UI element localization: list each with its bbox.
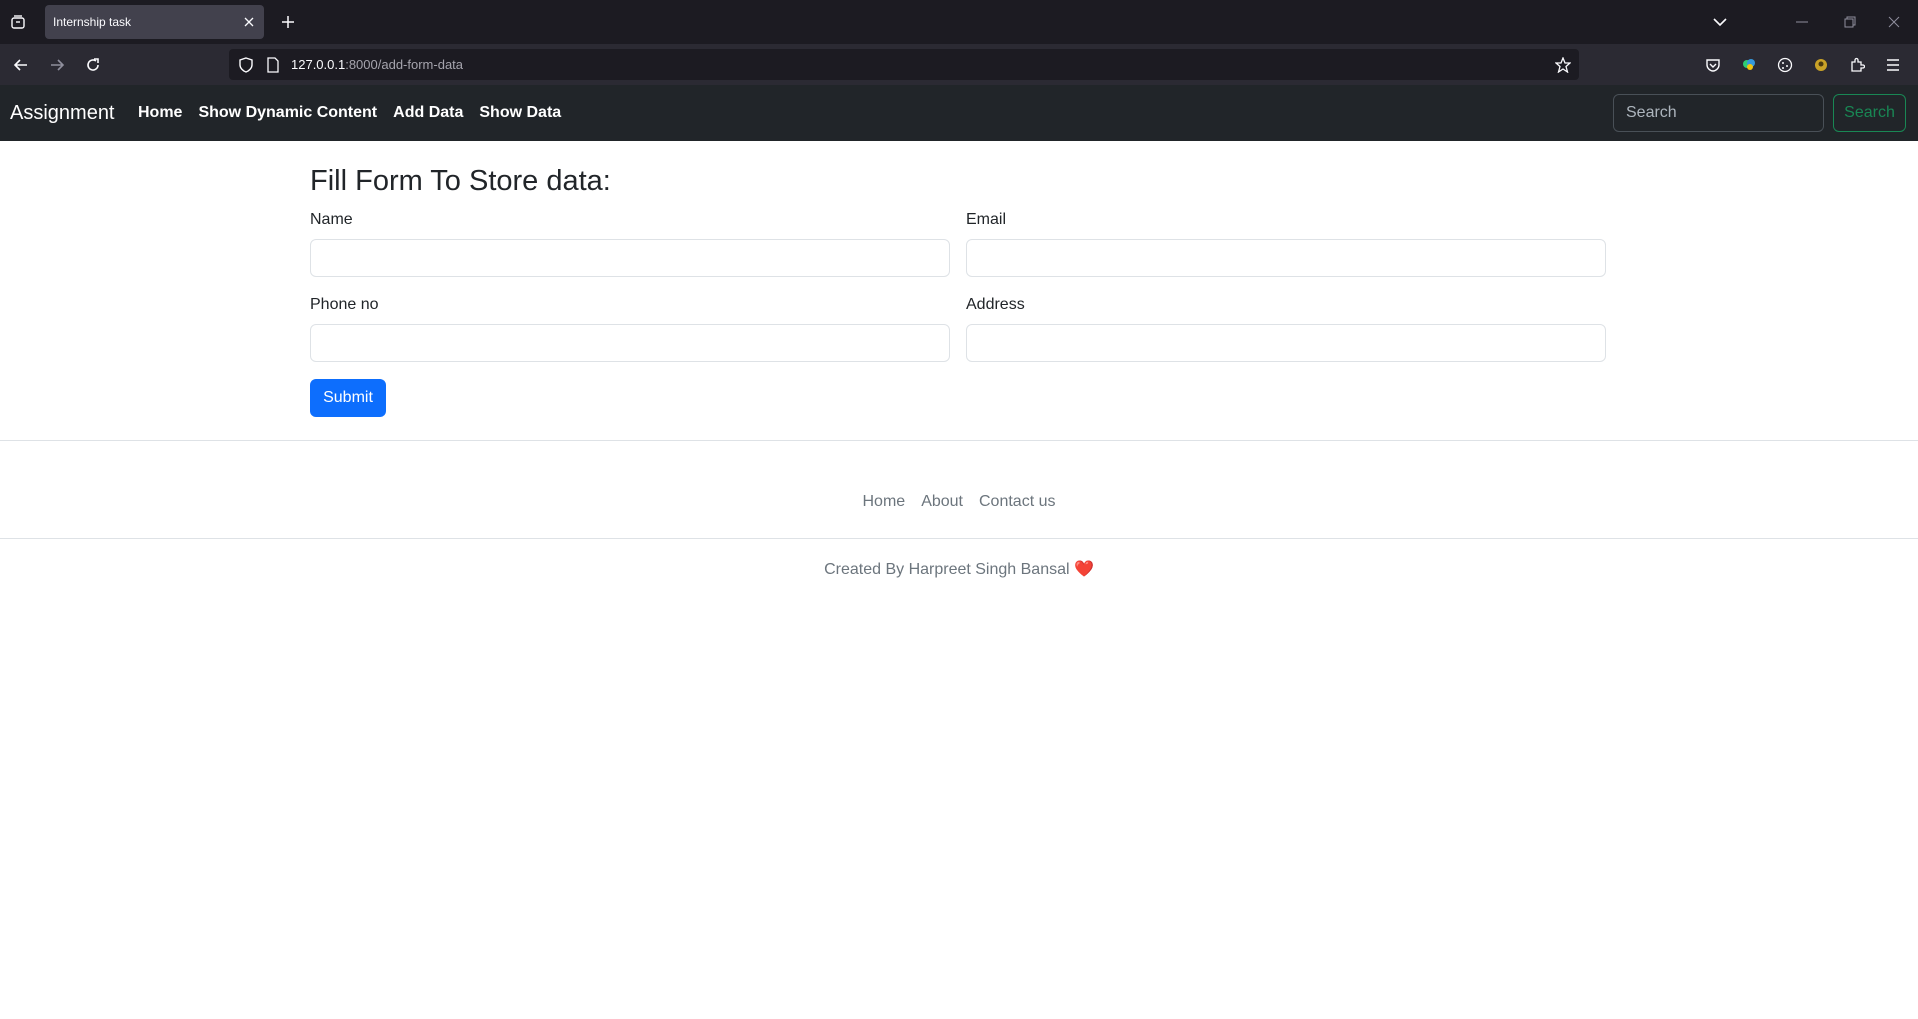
footer-link-contact[interactable]: Contact us	[979, 493, 1055, 511]
url-text: 127.0.0.1:8000/add-form-data	[291, 57, 463, 72]
restore-icon[interactable]	[1838, 10, 1862, 34]
site-navbar: Assignment Home Show Dynamic Content Add…	[0, 85, 1918, 141]
credit-text: Created By Harpreet Singh Bansal	[824, 561, 1070, 578]
footer-link-home[interactable]: Home	[863, 493, 906, 511]
tab-title: Internship task	[53, 15, 132, 29]
address-bar[interactable]: 127.0.0.1:8000/add-form-data	[229, 49, 1579, 80]
footer-divider	[0, 538, 1918, 539]
cookie-icon[interactable]	[1774, 54, 1796, 76]
page-icon[interactable]	[265, 56, 281, 74]
shield-icon[interactable]	[237, 56, 255, 74]
phone-label: Phone no	[310, 296, 379, 313]
extension-avatar-icon[interactable]	[1810, 54, 1832, 76]
address-label: Address	[966, 296, 1025, 313]
chevron-down-icon[interactable]	[1708, 10, 1732, 34]
minimize-icon[interactable]	[1790, 10, 1814, 34]
email-label: Email	[966, 211, 1007, 228]
menu-icon[interactable]	[1882, 54, 1904, 76]
footer-nav: Home About Contact us	[0, 493, 1918, 511]
back-icon[interactable]	[8, 52, 34, 78]
name-input[interactable]	[310, 239, 950, 277]
email-input[interactable]	[966, 239, 1606, 277]
search-button[interactable]: Search	[1833, 94, 1906, 132]
nav-link-show-dynamic-content[interactable]: Show Dynamic Content	[198, 104, 377, 122]
footer-credit: Created By Harpreet Singh Bansal ❤️	[0, 559, 1918, 579]
search-input[interactable]	[1613, 94, 1824, 132]
reload-icon[interactable]	[80, 52, 106, 78]
name-label: Name	[310, 211, 353, 228]
heart-icon: ❤️	[1074, 561, 1094, 578]
address-input[interactable]	[966, 324, 1606, 362]
form-title: Fill Form To Store data:	[310, 165, 611, 197]
tab-list-icon[interactable]	[6, 10, 30, 34]
window-close-icon[interactable]	[1882, 10, 1906, 34]
close-icon[interactable]	[240, 13, 258, 31]
url-host: 127.0.0.1	[291, 57, 346, 72]
nav-link-add-data[interactable]: Add Data	[393, 104, 463, 122]
browser-toolbar: 127.0.0.1:8000/add-form-data	[0, 44, 1918, 85]
brand-link[interactable]: Assignment	[10, 102, 115, 125]
phone-input[interactable]	[310, 324, 950, 362]
extension-color-icon[interactable]	[1738, 54, 1760, 76]
new-tab-icon[interactable]	[276, 10, 300, 34]
forward-icon[interactable]	[44, 52, 70, 78]
nav-link-show-data[interactable]: Show Data	[479, 104, 561, 122]
footer-link-about[interactable]: About	[921, 493, 963, 511]
puzzle-icon[interactable]	[1846, 54, 1868, 76]
submit-button[interactable]: Submit	[310, 379, 386, 417]
bookmark-star-icon[interactable]	[1553, 55, 1573, 75]
web-page: Assignment Home Show Dynamic Content Add…	[0, 85, 1918, 1019]
nav-link-home[interactable]: Home	[138, 104, 182, 122]
browser-tab[interactable]: Internship task	[45, 5, 264, 39]
url-path: :8000/add-form-data	[345, 57, 464, 72]
browser-tab-bar: Internship task	[0, 0, 1918, 44]
nav-links: Home Show Dynamic Content Add Data Show …	[138, 104, 577, 122]
pocket-icon[interactable]	[1702, 54, 1724, 76]
footer-top-divider	[0, 440, 1918, 441]
